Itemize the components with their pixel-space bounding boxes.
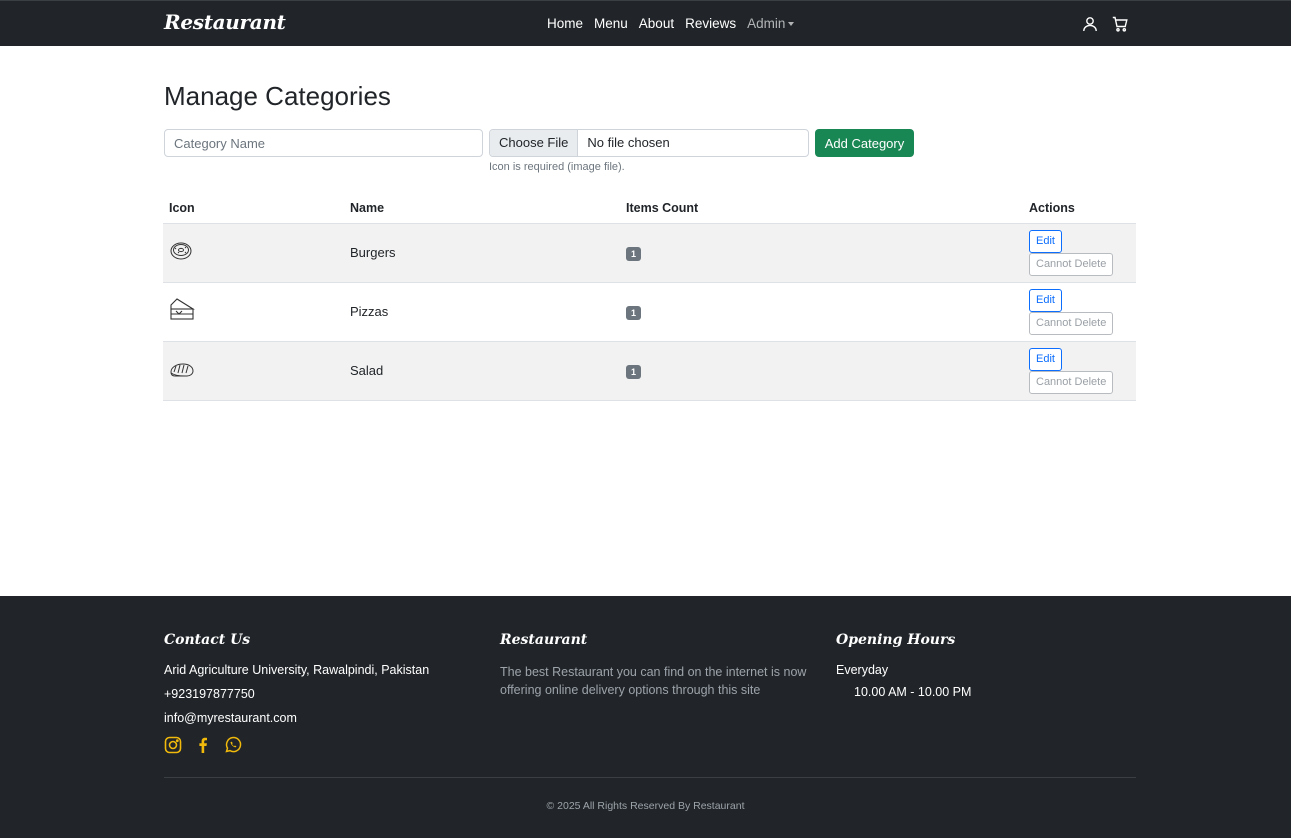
count-badge: 1 (626, 246, 642, 261)
footer: Contact Us Arid Agriculture University, … (0, 596, 1291, 838)
count-badge: 1 (626, 305, 642, 320)
table-row: Burgers 1 Edit Cannot Delete (163, 223, 1136, 283)
user-icon[interactable] (1082, 16, 1098, 32)
count-badge: 1 (626, 364, 642, 379)
brand-logo[interactable]: Restaurant (164, 10, 286, 34)
name-cell: Burgers (344, 223, 620, 283)
header-icon: Icon (163, 194, 344, 224)
nav-admin-dropdown[interactable]: Admin (747, 16, 795, 31)
table-row: Salad 1 Edit Cannot Delete (163, 341, 1136, 401)
cannot-delete-button: Cannot Delete (1029, 252, 1114, 276)
icon-file-input[interactable]: Choose File No file chosen (489, 129, 809, 157)
actions-cell: Edit Cannot Delete (1023, 282, 1136, 342)
actions-cell: Edit Cannot Delete (1023, 223, 1136, 283)
footer-contact: Contact Us Arid Agriculture University, … (164, 632, 429, 754)
category-name-input[interactable] (164, 129, 483, 157)
whatsapp-icon[interactable] (224, 736, 242, 754)
table-header-row: Icon Name Items Count Actions (163, 194, 1136, 224)
nav-menu[interactable]: Menu (594, 16, 628, 31)
actions-cell: Edit Cannot Delete (1023, 341, 1136, 401)
file-status: No file chosen (587, 135, 670, 150)
name-cell: Salad (344, 341, 620, 401)
cannot-delete-button: Cannot Delete (1029, 311, 1114, 335)
donut-icon (169, 242, 195, 265)
bread-icon (169, 363, 195, 383)
edit-button[interactable]: Edit (1029, 347, 1062, 371)
contact-title: Contact Us (164, 632, 251, 648)
footer-hours: Opening Hours Everyday 10.00 AM - 10.00 … (836, 632, 971, 699)
footer-about: Restaurant The best Restaurant you can f… (500, 632, 810, 699)
cart-icon[interactable] (1112, 16, 1128, 32)
name-cell: Pizzas (344, 282, 620, 342)
edit-button[interactable]: Edit (1029, 229, 1062, 253)
copyright-text: © 2025 All Rights Reserved By Restaurant (546, 800, 745, 812)
count-cell: 1 (620, 223, 1023, 283)
nav-icons (1082, 16, 1128, 32)
cannot-delete-button: Cannot Delete (1029, 370, 1114, 394)
choose-file-button[interactable]: Choose File (490, 130, 579, 156)
header-actions: Actions (1023, 194, 1136, 224)
nav-home[interactable]: Home (547, 16, 583, 31)
categories-table: Icon Name Items Count Actions Burgers 1 … (163, 194, 1136, 401)
table-row: Pizzas 1 Edit Cannot Delete (163, 282, 1136, 342)
instagram-icon[interactable] (164, 736, 182, 754)
contact-email: info@myrestaurant.com (164, 711, 297, 725)
count-cell: 1 (620, 282, 1023, 342)
icon-cell (163, 223, 344, 283)
about-title: Restaurant (500, 632, 588, 648)
nav-links: Home Menu About Reviews Admin (547, 16, 805, 31)
nav-reviews[interactable]: Reviews (685, 16, 736, 31)
cake-slice-icon (169, 298, 195, 326)
add-category-button[interactable]: Add Category (815, 129, 914, 157)
facebook-icon[interactable] (194, 736, 212, 754)
edit-button[interactable]: Edit (1029, 288, 1062, 312)
icon-cell (163, 282, 344, 342)
page-title: Manage Categories (164, 81, 391, 111)
social-links (164, 736, 429, 754)
contact-phone: +923197877750 (164, 687, 255, 701)
icon-help-text: Icon is required (image file). (489, 161, 625, 173)
chevron-down-icon (788, 22, 795, 26)
about-text: The best Restaurant you can find on the … (500, 665, 807, 697)
header-items-count: Items Count (620, 194, 1023, 224)
hours-day: Everyday (836, 663, 889, 677)
header-name: Name (344, 194, 620, 224)
icon-cell (163, 341, 344, 401)
count-cell: 1 (620, 341, 1023, 401)
footer-divider (164, 777, 1136, 778)
navbar: Restaurant Home Menu About Reviews Admin (0, 0, 1291, 46)
contact-address: Arid Agriculture University, Rawalpindi,… (164, 663, 430, 677)
hours-title: Opening Hours (836, 632, 956, 648)
nav-admin-label: Admin (747, 16, 786, 31)
nav-about[interactable]: About (639, 16, 674, 31)
hours-time: 10.00 AM - 10.00 PM (854, 685, 972, 699)
